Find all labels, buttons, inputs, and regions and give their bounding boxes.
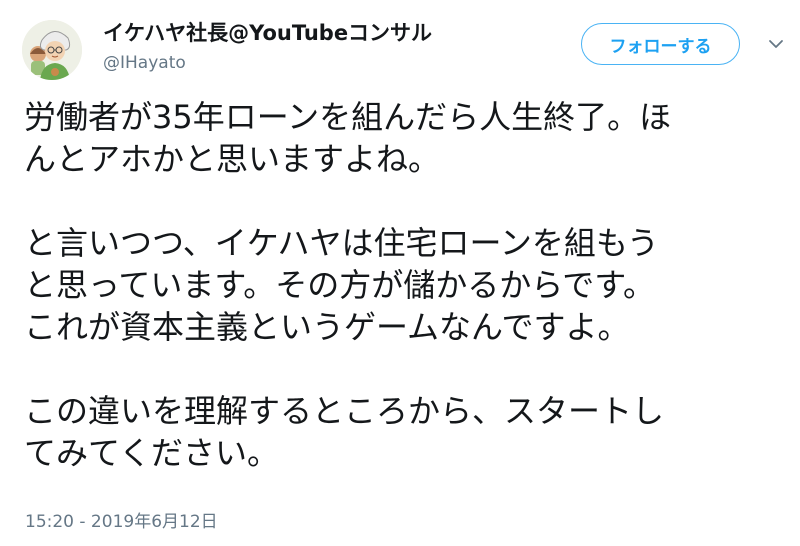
author-handle[interactable]: @IHayato: [103, 52, 432, 74]
avatar[interactable]: [22, 20, 82, 80]
follow-button[interactable]: フォローする: [581, 23, 740, 65]
chevron-down-icon[interactable]: [766, 34, 786, 54]
tweet-line: この違いを理解するところから、スタートし: [24, 392, 665, 430]
tweet-timestamp[interactable]: 15:20 - 2019年6月12日: [25, 511, 218, 533]
avatar-illustration: [22, 20, 82, 80]
tweet: イケハヤ社長@YouTubeコンサル @IHayato フォローする 労働者が3…: [0, 0, 800, 546]
tweet-paragraph: と言いつつ、イケハヤは住宅ローンを組もう と思っています。その方が儲かるからです…: [24, 222, 784, 348]
tweet-line: と言いつつ、イケハヤは住宅ローンを組もう: [24, 224, 659, 262]
tweet-line: 労働者が35年ローンを組んだら人生終了。ほ: [24, 98, 672, 136]
tweet-line: んとアホかと思いますよね。: [24, 140, 441, 178]
tweet-line: と思っています。その方が儲かるからです。: [24, 266, 656, 304]
tweet-paragraph: この違いを理解するところから、スタートし てみてください。: [24, 390, 784, 474]
tweet-text: 労働者が35年ローンを組んだら人生終了。ほ んとアホかと思いますよね。 と言いつ…: [24, 96, 784, 474]
tweet-paragraph: 労働者が35年ローンを組んだら人生終了。ほ んとアホかと思いますよね。: [24, 96, 784, 180]
tweet-author: イケハヤ社長@YouTubeコンサル @IHayato: [103, 20, 432, 74]
tweet-line: てみてください。: [24, 434, 280, 472]
tweet-line: これが資本主義というゲームなんですよ。: [24, 308, 630, 346]
author-display-name[interactable]: イケハヤ社長@YouTubeコンサル: [103, 20, 432, 46]
